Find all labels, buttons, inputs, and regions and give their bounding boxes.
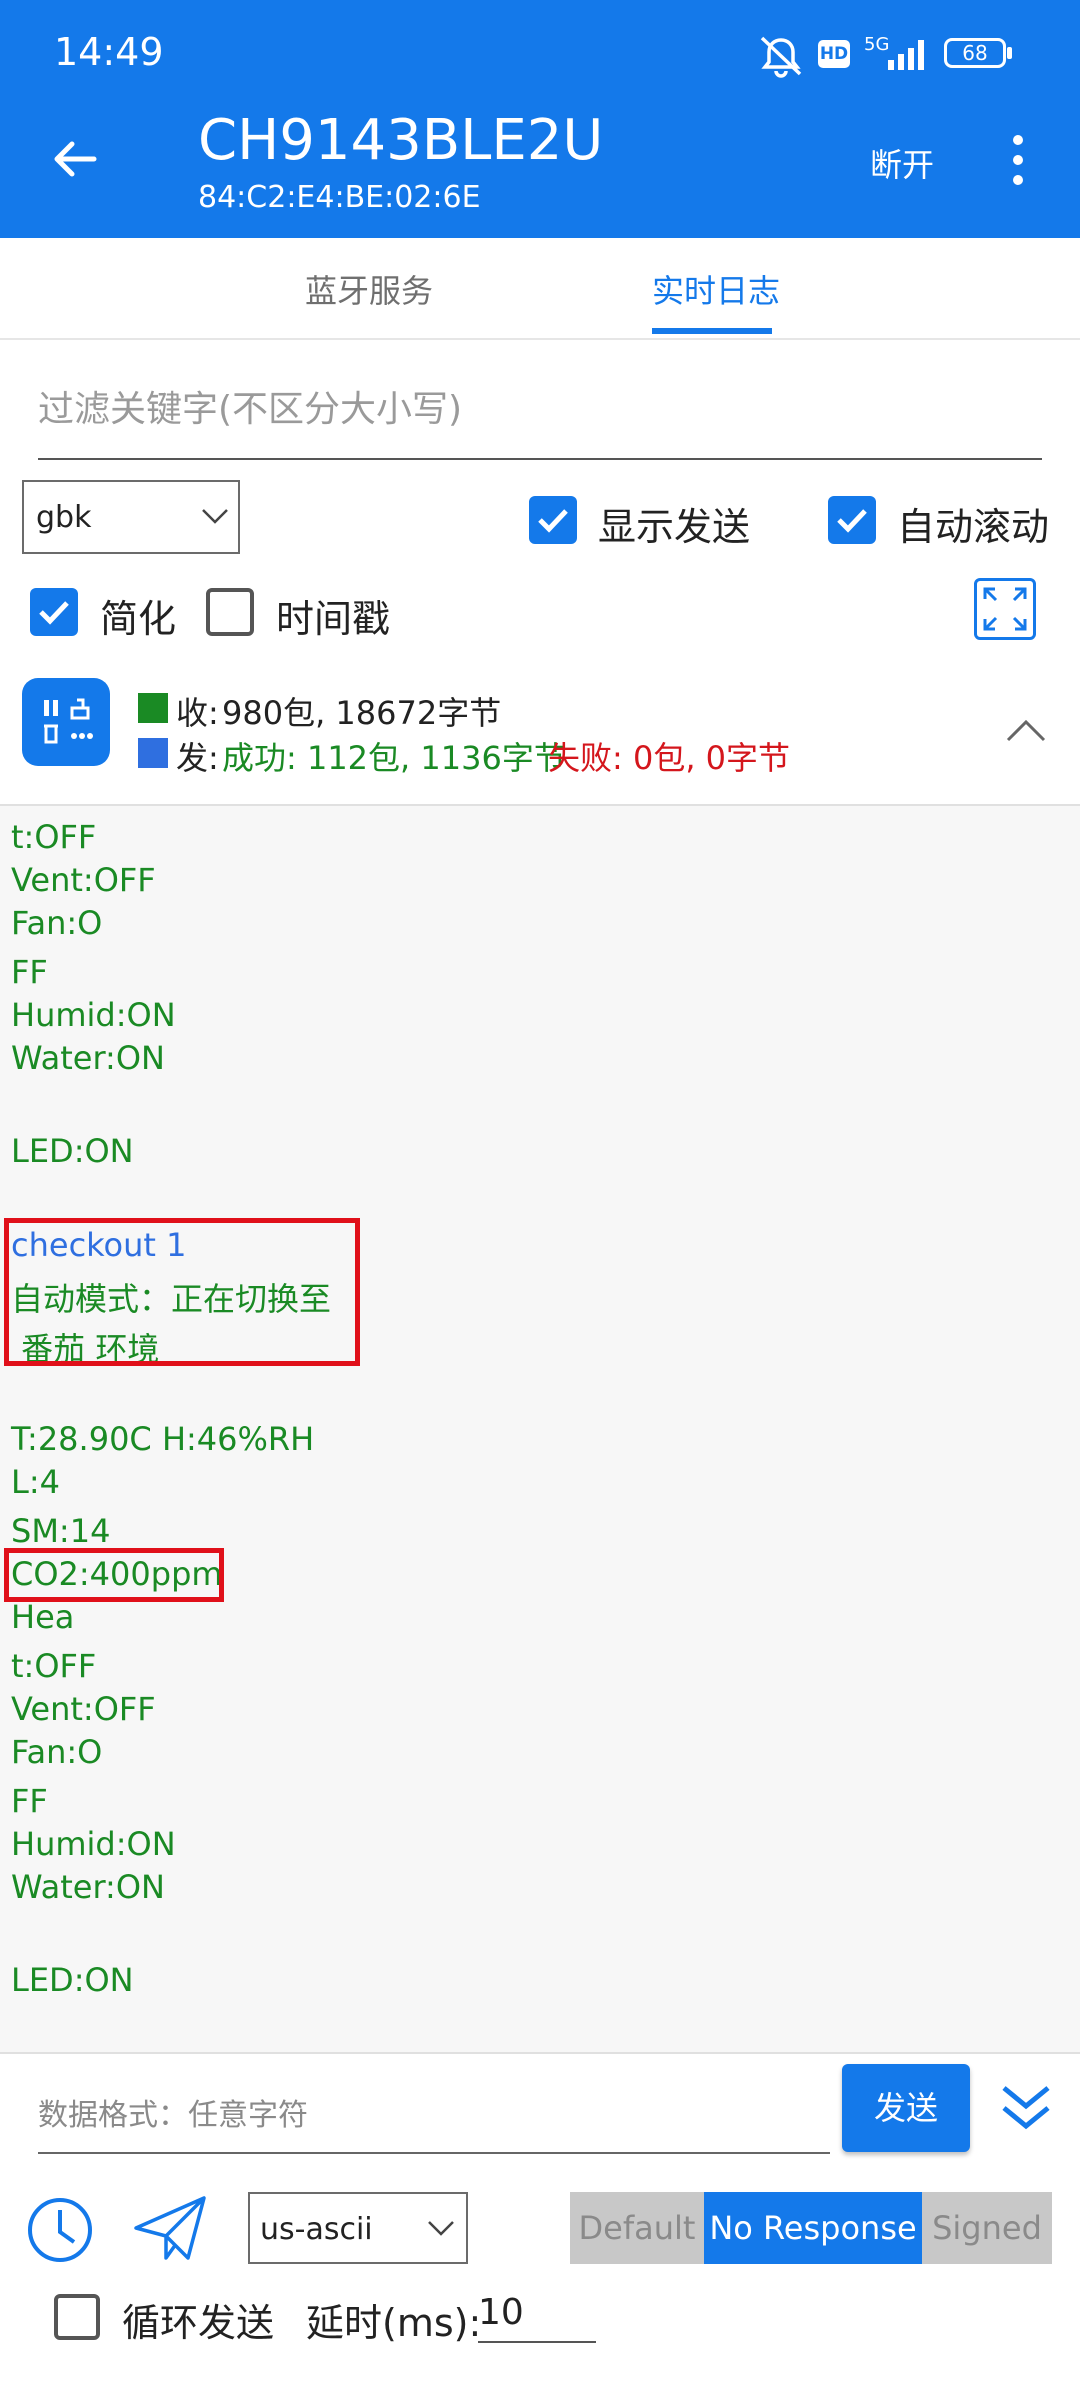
history-clock-icon[interactable]: [26, 2196, 94, 2264]
simplify-checkbox[interactable]: [30, 588, 78, 636]
log-line: FF: [11, 953, 48, 991]
log-line: Hea: [11, 1598, 75, 1636]
battery-tip: [1007, 47, 1012, 59]
loop-send-checkbox[interactable]: [54, 2294, 100, 2340]
log-line: Water:ON: [11, 1039, 165, 1077]
log-line: Fan:O: [11, 1733, 103, 1771]
timestamp-label: 时间戳: [276, 597, 391, 641]
battery-level: 68: [962, 41, 988, 65]
auto-scroll-label: 自动滚动: [897, 505, 1050, 549]
send-success-stats: 成功: 112包, 1136字节: [222, 739, 566, 777]
double-chevron-down-icon[interactable]: [998, 2080, 1054, 2136]
chevron-up-icon[interactable]: [1004, 716, 1048, 744]
log-line: Vent:OFF: [11, 861, 156, 899]
write-type-no-response[interactable]: No Response: [704, 2192, 922, 2264]
log-line: Fan:O: [11, 904, 103, 942]
battery-icon: 68: [944, 38, 1006, 68]
encoding-select[interactable]: us-ascii: [248, 2192, 468, 2264]
tab-bar: 蓝牙服务 实时日志: [0, 238, 1080, 340]
back-arrow-icon[interactable]: [50, 134, 100, 184]
auto-scroll-checkbox[interactable]: [828, 496, 876, 544]
check-icon: [837, 509, 867, 533]
recv-legend-square: [138, 693, 168, 723]
filter-input[interactable]: 过滤关键字(不区分大小写): [38, 380, 1042, 460]
delay-label: 延时(ms):: [306, 2301, 482, 2345]
tab-bluetooth-service[interactable]: 蓝牙服务: [305, 266, 433, 312]
more-options-icon[interactable]: [1006, 132, 1030, 188]
tab-realtime-log[interactable]: 实时日志: [652, 266, 780, 312]
log-actions-button[interactable]: [22, 678, 110, 766]
log-line: SM:14: [11, 1512, 111, 1550]
highlight-box-mode: [4, 1218, 360, 1366]
log-line: T:28.90C H:46%RH: [11, 1420, 315, 1458]
recv-prefix: 收:: [176, 694, 219, 732]
send-button[interactable]: 发送: [842, 2064, 970, 2152]
log-line: Water:ON: [11, 1868, 165, 1906]
write-type-signed[interactable]: Signed: [922, 2192, 1052, 2264]
check-icon: [39, 601, 69, 625]
device-mac: 84:C2:E4:BE:02:6E: [198, 180, 481, 215]
pause-clear-icon: [44, 698, 93, 744]
encoding-value: us-ascii: [260, 2212, 373, 2247]
log-line: FF: [11, 1782, 48, 1820]
simplify-label: 简化: [100, 597, 177, 641]
expand-icon: [983, 587, 1027, 631]
log-line: Vent:OFF: [11, 1690, 156, 1728]
send-data-input[interactable]: 数据格式：任意字符: [38, 2090, 830, 2154]
log-line: LED:ON: [11, 1132, 134, 1170]
timestamp-checkbox[interactable]: [206, 588, 254, 636]
disconnect-button[interactable]: 断开: [870, 140, 934, 186]
delay-input[interactable]: 10: [478, 2292, 596, 2343]
chevron-down-icon: [202, 509, 228, 524]
send-legend-square: [138, 738, 168, 768]
signal-icon: [888, 40, 924, 70]
show-send-label: 显示发送: [598, 505, 751, 549]
charset-select[interactable]: gbk: [22, 480, 240, 554]
send-prefix: 发:: [176, 739, 219, 777]
hd-icon: HD: [818, 40, 850, 68]
app-header: 14:49 HD 5G 68 CH9143BLE2U 84:C2:E4:BE:0…: [0, 0, 1080, 238]
charset-value: gbk: [36, 500, 92, 535]
log-line: t:OFF: [11, 818, 97, 856]
check-icon: [538, 509, 568, 533]
send-plane-icon[interactable]: [132, 2194, 208, 2262]
log-line: Humid:ON: [11, 1825, 176, 1863]
highlight-box-co2: [4, 1548, 224, 1602]
active-tab-indicator: [652, 328, 772, 334]
send-fail-stats: 失败: 0包, 0字节: [548, 739, 791, 777]
log-line: L:4: [11, 1463, 60, 1501]
log-line: LED:ON: [11, 1961, 134, 1999]
log-line: Humid:ON: [11, 996, 176, 1034]
recv-stats: 980包, 18672字节: [222, 694, 502, 732]
loop-send-label: 循环发送: [122, 2301, 275, 2345]
write-type-default[interactable]: Default: [570, 2192, 704, 2264]
fullscreen-button[interactable]: [974, 578, 1036, 640]
show-send-checkbox[interactable]: [529, 496, 577, 544]
chevron-down-icon: [428, 2221, 454, 2236]
mute-icon: [760, 36, 802, 78]
status-time: 14:49: [54, 30, 164, 74]
device-title: CH9143BLE2U: [198, 108, 604, 173]
log-line: t:OFF: [11, 1647, 97, 1685]
